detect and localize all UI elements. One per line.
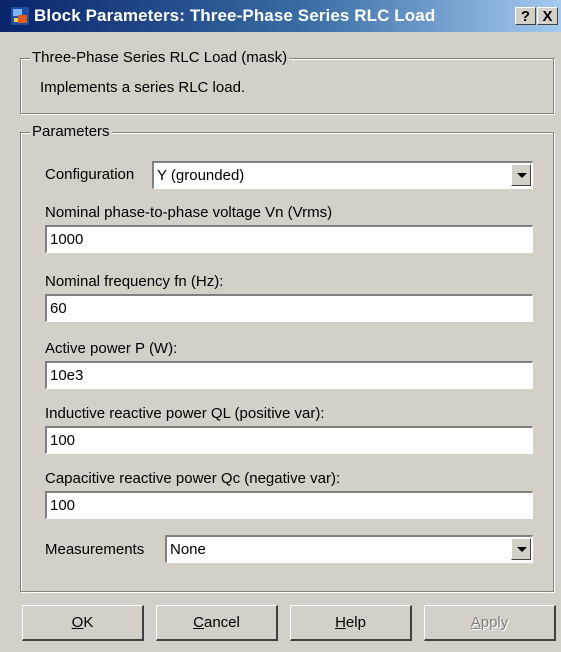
parameters-legend: Parameters: [30, 123, 112, 141]
title-bar[interactable]: Block Parameters: Three-Phase Series RLC…: [0, 0, 561, 32]
nominal-frequency-input[interactable]: 60: [45, 294, 533, 322]
configuration-select[interactable]: Y (grounded): [152, 161, 533, 189]
close-button[interactable]: X: [537, 7, 558, 25]
inductive-power-label: Inductive reactive power QL (positive va…: [45, 405, 325, 422]
active-power-label: Active power P (W):: [45, 340, 178, 357]
measurements-select[interactable]: None: [165, 535, 533, 563]
context-help-button[interactable]: ?: [515, 7, 536, 25]
configuration-label: Configuration: [45, 166, 135, 183]
window-title: Block Parameters: Three-Phase Series RLC…: [34, 6, 436, 25]
nominal-voltage-input[interactable]: 1000: [45, 225, 533, 253]
help-button[interactable]: Help: [290, 605, 412, 641]
measurements-dropdown-button[interactable]: [511, 538, 531, 560]
nominal-voltage-label: Nominal phase-to-phase voltage Vn (Vrms): [45, 204, 333, 221]
ok-label-rest: K: [83, 614, 94, 631]
capacitive-power-input[interactable]: 100: [45, 491, 533, 519]
simulink-block-icon: [11, 7, 29, 25]
ok-mnemonic: O: [71, 614, 84, 631]
apply-button[interactable]: Apply: [424, 605, 556, 641]
configuration-dropdown-button[interactable]: [511, 164, 531, 186]
mask-legend: Three-Phase Series RLC Load (mask): [30, 49, 290, 67]
measurements-label: Measurements: [45, 541, 145, 558]
block-parameters-dialog: Block Parameters: Three-Phase Series RLC…: [0, 0, 561, 652]
active-power-input[interactable]: 10e3: [45, 361, 533, 389]
configuration-value: Y (grounded): [157, 167, 245, 184]
cancel-label-rest: ancel: [203, 614, 240, 631]
chevron-down-icon: [517, 547, 527, 552]
chevron-down-icon: [517, 173, 527, 178]
apply-label-rest: pply: [480, 614, 509, 631]
ok-button[interactable]: OK: [22, 605, 144, 641]
cancel-button[interactable]: Cancel: [156, 605, 278, 641]
cancel-mnemonic: C: [193, 614, 204, 631]
apply-mnemonic: A: [470, 614, 481, 631]
help-label-rest: elp: [345, 614, 366, 631]
help-mnemonic: H: [335, 614, 346, 631]
mask-groupbox: Three-Phase Series RLC Load (mask) Imple…: [20, 49, 554, 114]
nominal-frequency-label: Nominal frequency fn (Hz):: [45, 273, 224, 290]
inductive-power-input[interactable]: 100: [45, 426, 533, 454]
capacitive-power-label: Capacitive reactive power Qc (negative v…: [45, 470, 341, 487]
mask-description: Implements a series RLC load.: [40, 79, 246, 96]
measurements-value: None: [170, 541, 206, 558]
